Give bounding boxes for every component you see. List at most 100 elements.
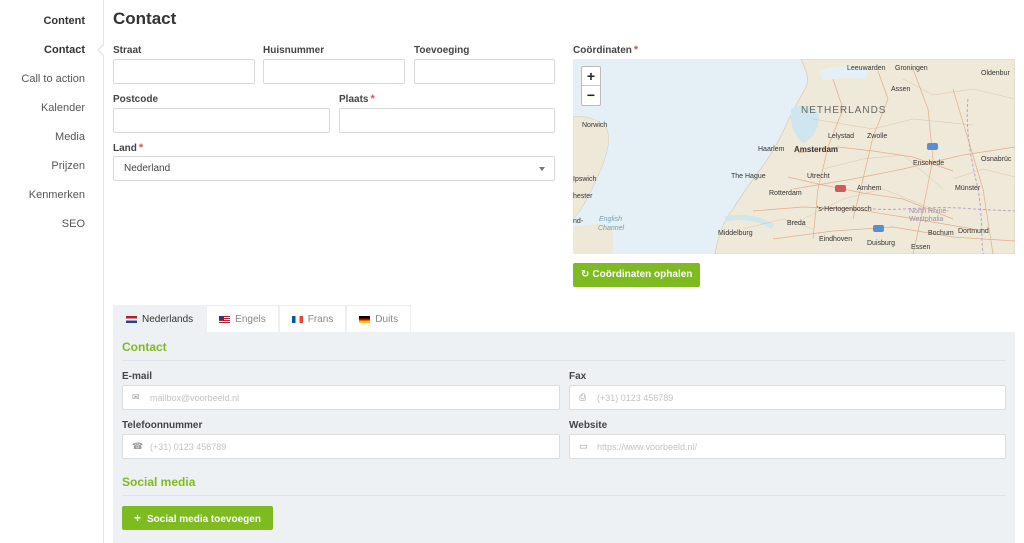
tab-frans[interactable]: Frans [278,305,347,332]
chevron-down-icon [539,167,545,171]
map-place-middelburg: Middelburg [718,230,753,237]
land-label: Land * [113,142,144,154]
map-place-colchester: hester [573,193,593,200]
map-place-norwich: Norwich [582,122,608,129]
map-place-zwolle: Zwolle [867,133,888,140]
map-place-utrecht: Utrecht [807,173,830,180]
required-mark: * [370,93,375,105]
monitor-icon: ▭ [579,441,588,451]
phone-icon: ☎ [132,441,144,451]
add-social-media-label: Social media toevoegen [147,514,261,525]
map-place-hertogenbosch: 's-Hertogenbosch [817,206,872,213]
fax-input[interactable] [597,392,981,403]
email-input[interactable] [150,392,535,403]
divider [122,360,1006,361]
map-place-lelystad: Lelystad [828,133,855,140]
required-mark: * [633,44,639,56]
map-place-north-rhine-westphalia: North Rhine-Westphalia [909,208,949,223]
sidebar-item-media[interactable]: Media [55,131,85,143]
sidebar-item-call-to-action[interactable]: Call to action [21,73,85,85]
map-place-ipswich: Ipswich [573,176,597,183]
toevoeging-input[interactable] [414,59,555,84]
active-item-marker [96,43,105,57]
tab-nederlands[interactable]: Nederlands [113,305,207,332]
tab-label: Frans [307,313,334,325]
map-place-rotterdam: Rotterdam [769,190,802,197]
map-place-munster: Münster [955,185,981,192]
plaats-label: Plaats * [339,93,375,105]
map-place-duisburg: Duisburg [867,240,896,247]
postcode-label: Postcode [113,94,159,105]
telefoon-field[interactable]: ☎ [122,434,560,459]
website-field[interactable]: ▭ [569,434,1006,459]
map-place-essen: Essen [911,244,931,251]
sidebar-item-seo[interactable]: SEO [62,218,85,230]
straat-input[interactable] [113,59,255,84]
map-place-osnabruck: Osnabrüc [981,156,1012,163]
fax-label: Fax [569,371,587,382]
tab-engels[interactable]: Engels [206,305,279,332]
fetch-coordinates-button[interactable]: ↻ Coördinaten ophalen [573,263,701,287]
tab-label: Engels [235,313,266,325]
plus-icon: + [134,511,142,525]
map-place-oldenburg: Oldenbur [981,70,1010,77]
flag-de-icon [359,315,371,323]
sidebar-item-prijzen[interactable]: Prijzen [51,160,85,172]
map-place-breda: Breda [787,220,806,227]
social-media-section-title: Social media [122,475,196,489]
required-mark: * [138,142,144,154]
map-place-netherlands: NETHERLANDS [801,105,887,116]
map-place-enschede: Enschede [913,160,945,167]
fetch-coordinates-label: Coördinaten ophalen [592,269,693,280]
map-place-groningen: Groningen [895,65,928,72]
map-view[interactable]: Leeuwarden Groningen Oldenbur Assen NETH… [573,59,1015,254]
tab-panel: Contact E-mail ✉ Fax ⎙ Telefoonnummer ☎ … [113,332,1015,543]
map-place-bochum: Bochum [928,230,954,237]
tab-label: Duits [375,313,399,325]
sidebar-item-kalender[interactable]: Kalender [41,102,85,114]
flag-fr-icon [291,315,303,323]
telefoon-label: Telefoonnummer [122,420,203,431]
huisnummer-input[interactable] [263,59,405,84]
zoom-in-button[interactable]: + [582,67,600,86]
tab-duits[interactable]: Duits [346,305,412,332]
map-place-haarlem: Haarlem [758,146,785,153]
coordinaten-label: Coördinaten * [573,44,639,56]
straat-label: Straat [113,45,142,56]
land-select[interactable]: Nederland [113,156,555,181]
map-place-dortmund: Dortmund [958,228,989,235]
map-zoom-control: + − [581,66,601,106]
map-place-southend: nd- [573,218,584,225]
map-place-leeuwarden: Leeuwarden [847,65,886,72]
email-label: E-mail [122,371,153,382]
land-selected-value: Nederland [124,163,171,174]
website-input[interactable] [597,441,981,452]
postcode-input[interactable] [113,108,330,133]
divider [122,495,1006,496]
sidebar-item-contact[interactable]: Contact [44,44,85,56]
add-social-media-button[interactable]: + Social media toevoegen [122,506,273,530]
sidebar-item-kenmerken[interactable]: Kenmerken [29,189,85,201]
plaats-input[interactable] [339,108,555,133]
website-label: Website [569,420,608,431]
sidebar-item-content[interactable]: Content [43,15,85,27]
map-place-the-hague: The Hague [731,173,766,180]
flag-us-icon [219,315,231,323]
telefoon-input[interactable] [150,441,535,452]
zoom-out-button[interactable]: − [582,86,600,105]
fax-field[interactable]: ⎙ [569,385,1006,410]
huisnummer-label: Huisnummer [263,45,325,56]
printer-icon: ⎙ [579,392,587,402]
map-sea-english: English [599,216,622,223]
tab-label: Nederlands [142,313,194,325]
envelope-icon: ✉ [132,392,140,402]
sidebar-nav: Content Contact Call to action Kalender … [0,0,105,543]
page-title: Contact [113,9,177,28]
refresh-icon: ↻ [581,269,590,280]
flag-nl-icon [126,315,137,323]
map-place-amsterdam: Amsterdam [794,145,839,154]
map-place-arnhem: Arnhem [857,185,882,192]
map-sea-channel: Channel [598,225,625,232]
toevoeging-label: Toevoeging [414,45,470,56]
email-field[interactable]: ✉ [122,385,560,410]
